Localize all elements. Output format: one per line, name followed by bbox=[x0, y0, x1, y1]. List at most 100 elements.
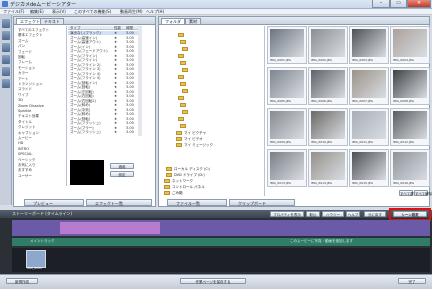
tree-item[interactable]: 基本エフェクト bbox=[18, 33, 43, 37]
folder-row[interactable] bbox=[178, 53, 186, 59]
effect-row[interactable]: ズーム(左回転) ★ 3.00 bbox=[68, 90, 138, 94]
effect-row[interactable]: ズーム(ブラー) ★ 3.00 bbox=[68, 126, 138, 130]
help-button[interactable]: ヘルプ bbox=[346, 211, 360, 217]
folder-row[interactable] bbox=[182, 88, 190, 94]
folder-row[interactable] bbox=[182, 67, 190, 73]
effect-row[interactable]: ズーム(フライン 2) ★ 3.00 bbox=[68, 63, 138, 67]
photo-thumbnail[interactable]: IMG_0006.JPG bbox=[308, 67, 348, 105]
photo-thumbnail[interactable]: IMG_0009.JPG bbox=[267, 108, 307, 146]
effect-row[interactable]: ズーム(フライン 5) ★ 3.00 bbox=[68, 76, 138, 80]
folder-row[interactable] bbox=[178, 116, 186, 122]
tree-item[interactable]: HD bbox=[18, 141, 23, 145]
tree-item[interactable]: モーション bbox=[18, 66, 35, 70]
tree-item[interactable]: お気に入り bbox=[18, 163, 36, 167]
maximize-button[interactable]: ▭ bbox=[390, 0, 407, 8]
tree-item[interactable]: フェード bbox=[18, 50, 32, 54]
tree-item[interactable]: Zoom Dissolve bbox=[18, 104, 44, 108]
folder-row[interactable] bbox=[182, 109, 190, 115]
file-list-tab[interactable]: ファイル一覧 bbox=[167, 199, 227, 206]
effect-row[interactable]: ズーム(フラッシュ) ★ 3.00 bbox=[68, 130, 138, 134]
folder-row[interactable] bbox=[182, 46, 190, 52]
tree-item[interactable]: ベーシック bbox=[18, 158, 35, 162]
tree-item[interactable]: おすすめ bbox=[18, 168, 32, 172]
photo-track[interactable] bbox=[12, 248, 430, 272]
tree-item[interactable]: スライド bbox=[18, 87, 32, 91]
effect-row[interactable]: ズーム(回転) ★ 3.00 bbox=[68, 117, 138, 121]
tree-item[interactable]: ムービー bbox=[18, 136, 32, 140]
title-clip[interactable] bbox=[60, 222, 160, 234]
tree-item[interactable]: ユーザー bbox=[18, 174, 32, 178]
effect-row[interactable]: ズーム(高速イン) ★ 3.00 bbox=[68, 36, 138, 40]
tree-item[interactable]: ズーム bbox=[18, 39, 28, 43]
effect-row[interactable]: ズーム(フラッシュ) ★ 3.00 bbox=[68, 121, 138, 125]
minimize-button[interactable]: – bbox=[372, 0, 390, 8]
photo-thumbnail[interactable]: IMG_0001.JPG bbox=[267, 26, 307, 64]
save-page-button[interactable]: 作業ページを保存する bbox=[180, 278, 246, 284]
settings-button[interactable]: 設定 bbox=[110, 171, 134, 177]
effect-row[interactable]: ズーム(右回転) ★ 3.00 bbox=[68, 94, 138, 98]
tree-item[interactable]: ワイプ bbox=[18, 93, 29, 97]
deselect-all-button[interactable]: すべて解除 bbox=[414, 190, 432, 196]
effect-row[interactable]: ズーム(フライン) ★ 3.00 bbox=[68, 54, 138, 58]
tree-item[interactable]: SPECIAL bbox=[18, 152, 32, 156]
tree-item[interactable]: トランジション bbox=[18, 82, 43, 86]
transition-mode-icon[interactable] bbox=[2, 55, 10, 64]
menu-playback[interactable]: 動画再生(M) bbox=[120, 9, 143, 15]
photo-thumbnail[interactable]: IMG_0004.JPG bbox=[390, 26, 430, 64]
music-mode-icon[interactable] bbox=[2, 43, 10, 52]
effect-row[interactable]: ズーム(高速アウト) ★ 3.00 bbox=[68, 40, 138, 44]
tree-item[interactable]: INTRO bbox=[18, 147, 29, 151]
tree-item[interactable]: クレジット bbox=[18, 125, 36, 129]
photo-thumbnail[interactable]: IMG_0013.JPG bbox=[267, 149, 307, 187]
tree-item[interactable]: 回転 bbox=[18, 55, 25, 59]
menu-help[interactable]: ヘルプ(H) bbox=[146, 9, 164, 15]
main-track[interactable] bbox=[12, 238, 430, 246]
menu-features[interactable]: このすべての機能(S) bbox=[74, 9, 111, 15]
photo-thumbnail[interactable]: IMG_0005.JPG bbox=[267, 67, 307, 105]
effect-mode-icon[interactable] bbox=[2, 19, 10, 28]
menu-view[interactable]: 表示(V) bbox=[52, 9, 66, 15]
header-time[interactable]: 時間 bbox=[126, 26, 133, 30]
tree-item[interactable]: テキスト効果 bbox=[18, 114, 39, 118]
photo-thumbnail[interactable]: IMG_0008.JPG bbox=[390, 67, 430, 105]
effect-row[interactable]: ズーム(フェードアウト) ★ 3.00 bbox=[68, 49, 138, 53]
photo-thumbnail[interactable]: IMG_0003.JPG bbox=[349, 26, 389, 64]
photo-thumbnail[interactable]: IMG_0010.JPG bbox=[308, 108, 348, 146]
frame-mode-icon[interactable] bbox=[2, 67, 10, 76]
effect-list-scrollbar[interactable] bbox=[138, 26, 142, 136]
folder-row[interactable] bbox=[178, 74, 186, 80]
folder-row[interactable] bbox=[180, 81, 188, 87]
header-type[interactable]: タイプ bbox=[70, 26, 81, 30]
folder-row[interactable] bbox=[180, 102, 188, 108]
effect-row[interactable]: ズーム(回転) ★ 3.00 bbox=[68, 85, 138, 89]
photo-thumbnail[interactable]: IMG_0011.JPG bbox=[349, 108, 389, 146]
tree-item[interactable]: パン bbox=[18, 44, 25, 48]
effect-row[interactable]: ズーム(フライン 3) ★ 3.00 bbox=[68, 67, 138, 71]
effect-row[interactable]: ズーム(中央) ★ 3.00 bbox=[68, 108, 138, 112]
effect-row[interactable]: ズーム(フライン 4) ★ 3.00 bbox=[68, 72, 138, 76]
folder-row[interactable]: マイ ミュージック bbox=[176, 142, 213, 148]
effect-row[interactable]: 演出なし(ブラック) ★ 3.00 bbox=[68, 31, 138, 35]
close-button[interactable]: ✕ bbox=[407, 0, 431, 8]
template-mode-icon[interactable] bbox=[2, 79, 10, 88]
photo-thumbnail[interactable]: IMG_0007.JPG bbox=[349, 67, 389, 105]
photo-thumbnail[interactable]: IMG_0002.JPG bbox=[308, 26, 348, 64]
effect-list-tab[interactable]: エフェクト一覧 bbox=[86, 199, 152, 206]
tab-material[interactable]: 素材 bbox=[185, 18, 201, 24]
preview-tab[interactable]: プレビュー bbox=[24, 199, 84, 206]
new-project-button[interactable]: 新規作成 bbox=[6, 278, 38, 284]
tree-item[interactable]: Sparkle bbox=[18, 109, 31, 113]
done-button[interactable]: 完了 bbox=[398, 278, 426, 284]
menu-edit[interactable]: 編集(E) bbox=[30, 9, 44, 15]
photo-thumbnail[interactable]: IMG_0015.JPG bbox=[349, 149, 389, 187]
tree-item[interactable]: 3D bbox=[18, 98, 23, 102]
tree-item[interactable]: すべてのエフェクト bbox=[18, 28, 49, 32]
tree-item[interactable]: タイトル bbox=[18, 120, 32, 124]
header-rating[interactable]: 性能 bbox=[114, 26, 121, 30]
folder-row[interactable] bbox=[180, 39, 188, 45]
folder-row[interactable] bbox=[180, 123, 188, 129]
clipboard-tab[interactable]: クリップボード bbox=[229, 199, 295, 206]
tab-folder[interactable]: フォルダ bbox=[161, 18, 185, 24]
folder-row[interactable] bbox=[178, 32, 186, 38]
text-mode-icon[interactable] bbox=[2, 31, 10, 40]
